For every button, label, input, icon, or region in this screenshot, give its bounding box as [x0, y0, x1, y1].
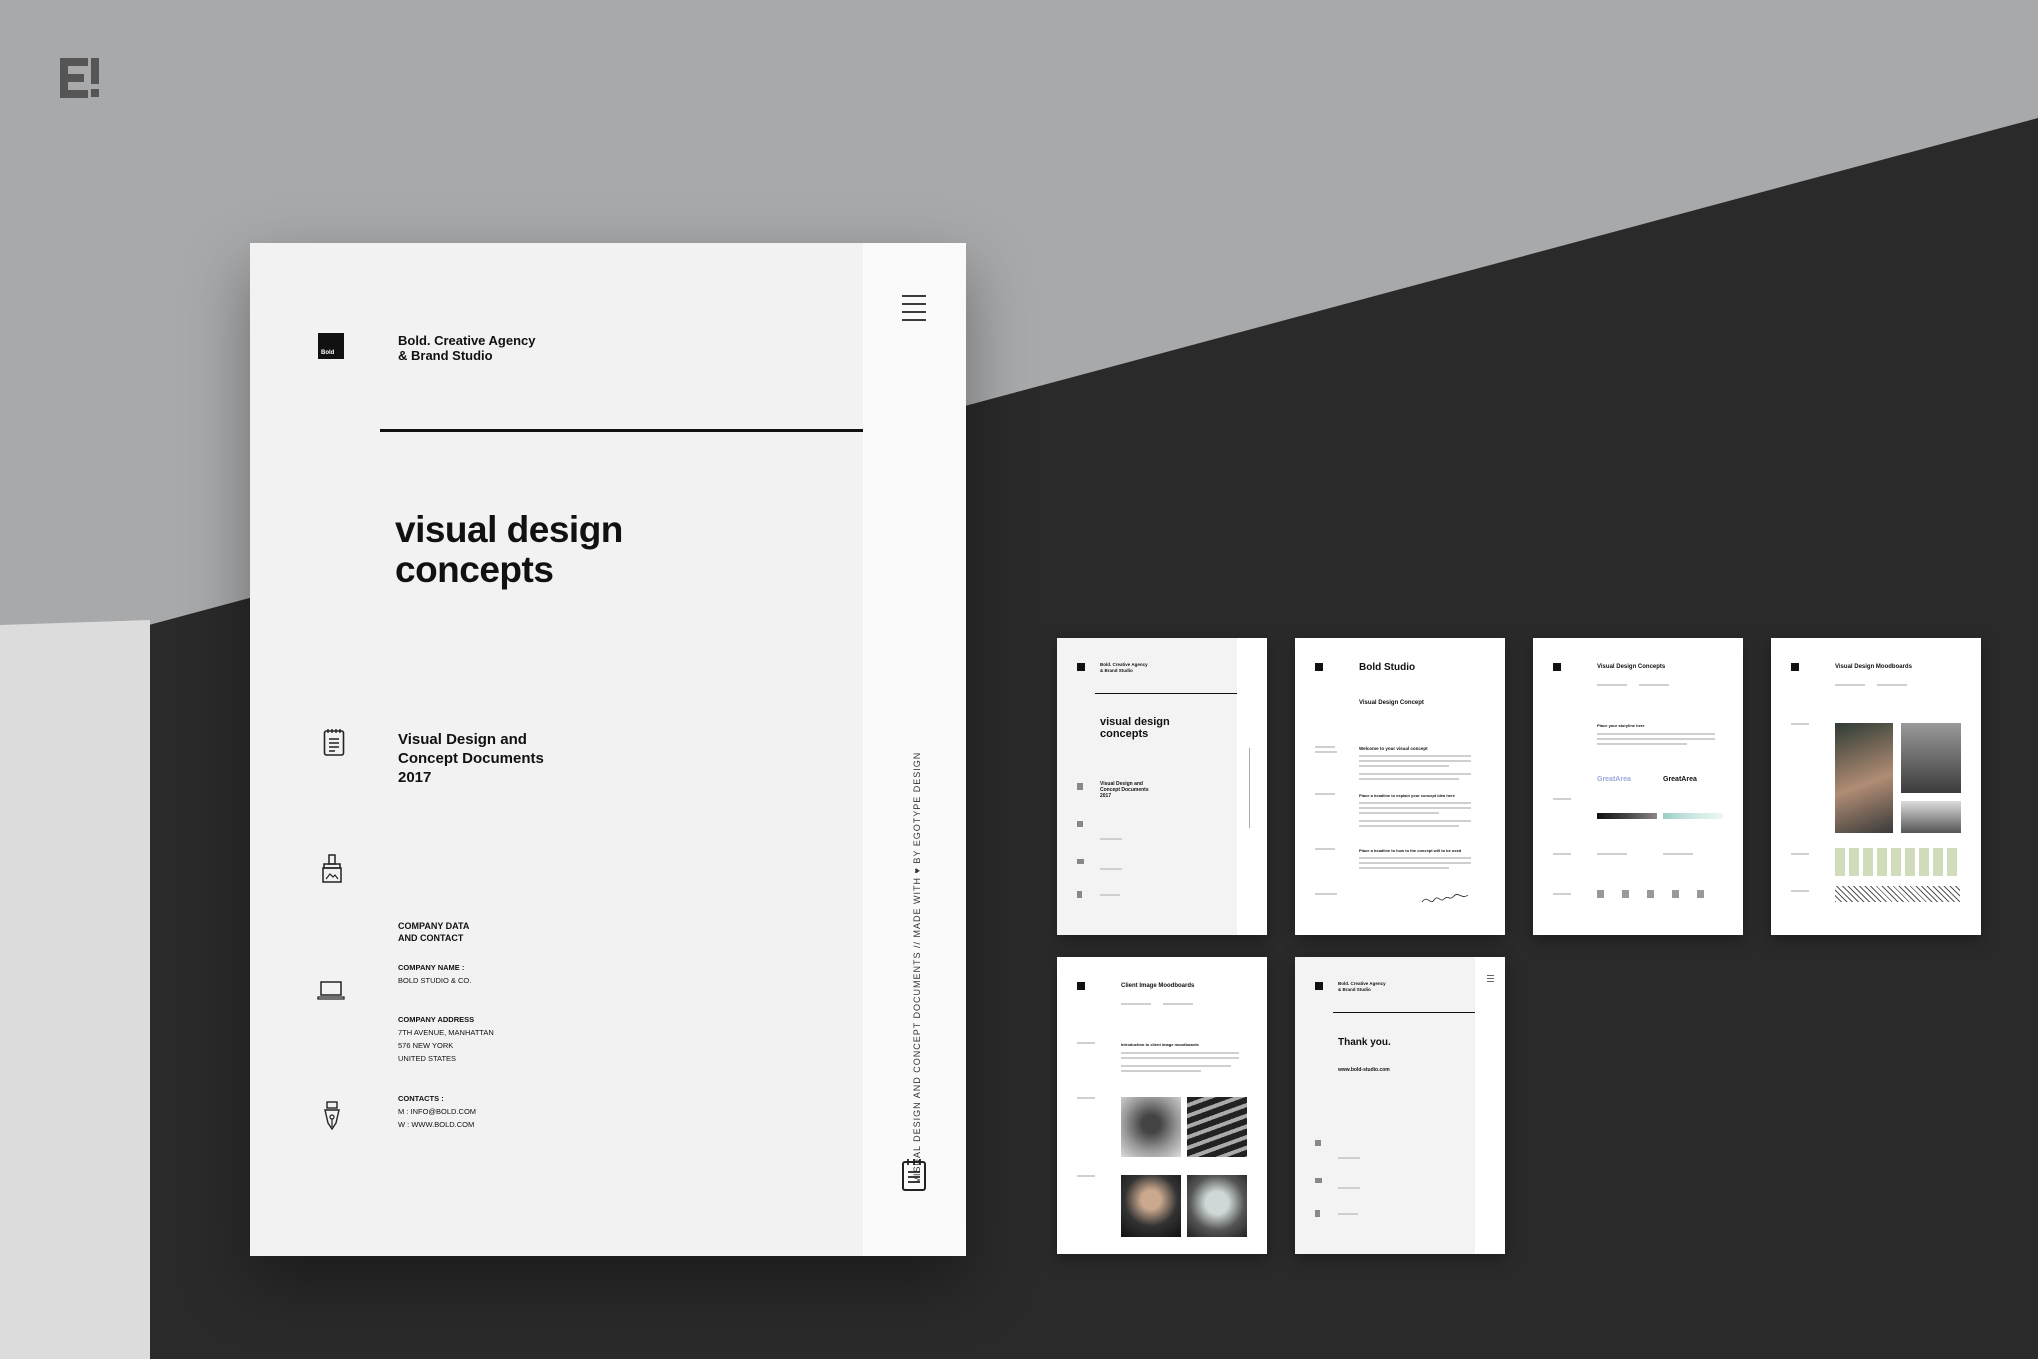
thumb-title: Visual Design Moodboards — [1835, 664, 1912, 670]
bold-logo: Bold — [318, 333, 344, 359]
thumbnail-visual-design-concepts[interactable]: Visual Design Concepts Place your storyl… — [1533, 638, 1743, 935]
client-photo-hood — [1121, 1097, 1181, 1157]
client-photo-woman — [1187, 1175, 1247, 1237]
subtitle-line-2: Concept Documents — [398, 750, 544, 767]
thumb-divider — [1333, 1012, 1475, 1013]
address-line-1: 7TH AVENUE, MANHATTAN — [398, 1028, 494, 1037]
address-line-2: 576 NEW YORK — [398, 1041, 453, 1050]
moodboard-photo-landscape — [1901, 801, 1961, 833]
thumb-font-sample-2: GreatArea — [1663, 776, 1697, 783]
subtitle-line-1: Visual Design and — [398, 731, 527, 748]
contact-web: W : WWW.BOLD.COM — [398, 1120, 474, 1129]
hamburger-menu-icon[interactable] — [902, 294, 926, 322]
thumb-title-2: concepts — [1100, 728, 1148, 740]
thumb-url: www.bold-studio.com — [1338, 1067, 1390, 1073]
company-heading-2: AND CONTACT — [398, 933, 463, 943]
thumb-title: Visual Design Concepts — [1597, 664, 1665, 670]
clipboard-icon — [901, 1158, 927, 1192]
thumbnail-bold-studio[interactable]: Bold Studio Visual Design Concept Welcom… — [1295, 638, 1505, 935]
thumb-logo — [1791, 663, 1799, 671]
cover-divider — [380, 429, 863, 432]
agency-line-1: Bold. Creative Agency — [398, 333, 536, 348]
thumb-title: Client Image Moodboards — [1121, 983, 1194, 989]
thumb-logo — [1553, 663, 1561, 671]
spine-credit-text: VISUAL DESIGN AND CONCEPT DOCUMENTS // M… — [912, 752, 922, 1183]
thumb-agency: Bold. Creative Agency — [1100, 662, 1148, 667]
client-photo-building — [1187, 1097, 1247, 1157]
thumb-divider — [1095, 693, 1237, 694]
thumb-heading-1: Introduction to client image moodboards — [1121, 1042, 1199, 1047]
thumb-logo — [1315, 982, 1323, 990]
document-cover: Bold Bold. Creative Agency & Brand Studi… — [250, 243, 966, 1256]
company-name-label: COMPANY NAME : — [398, 963, 464, 972]
cover-title-line-2: concepts — [395, 549, 553, 591]
thumb-agency: Bold. Creative Agency — [1338, 981, 1386, 986]
moodboard-photo-woman — [1835, 723, 1893, 833]
thumbnail-thank-you[interactable]: Bold. Creative Agency & Brand Studio Tha… — [1295, 957, 1505, 1254]
company-heading-1: COMPANY DATA — [398, 921, 469, 931]
notepad-icon — [323, 728, 345, 756]
thumb-agency-2: & Brand Studio — [1100, 668, 1133, 673]
thumb-title-1: visual design — [1100, 716, 1170, 728]
thumb-logo — [1315, 663, 1323, 671]
cover-title-line-1: visual design — [395, 509, 623, 551]
thumb-subtitle: Visual Design Concept — [1359, 700, 1424, 706]
contacts-label: CONTACTS : — [398, 1094, 444, 1103]
brand-e-logo — [60, 58, 100, 98]
thumb-title: Bold Studio — [1359, 662, 1415, 673]
brush-icon — [320, 854, 344, 884]
thumb-font-sample-1: GreatArea — [1597, 776, 1631, 783]
bold-logo-text: Bold — [321, 350, 334, 356]
subtitle-line-3: 2017 — [398, 769, 431, 786]
laptop-icon — [317, 980, 345, 1000]
thumbnail-client-moodboards[interactable]: Client Image Moodboards Introduction to … — [1057, 957, 1267, 1254]
thumb-heading-1: Welcome to your visual concept — [1359, 746, 1428, 751]
thumb-agency-2: & Brand Studio — [1338, 987, 1371, 992]
contact-email: M : INFO@BOLD.COM — [398, 1107, 476, 1116]
address-label: COMPANY ADDRESS — [398, 1015, 474, 1024]
thumbnail-moodboards[interactable]: Visual Design Moodboards — [1771, 638, 1981, 935]
thumb-heading-2: Place a headline to explain your concept… — [1359, 793, 1455, 798]
thumb-heading-1: Place your storyline here — [1597, 723, 1645, 728]
agency-line-2: & Brand Studio — [398, 348, 493, 363]
thumb-logo — [1077, 663, 1085, 671]
moodboard-photo-hood — [1901, 723, 1961, 793]
address-line-3: UNITED STATES — [398, 1054, 456, 1063]
signature-icon — [1420, 893, 1470, 905]
thumb-logo — [1077, 982, 1085, 990]
thumb-heading-3: Place a headline to how to the concept w… — [1359, 848, 1461, 853]
thumbnail-cover[interactable]: Bold. Creative Agency & Brand Studio vis… — [1057, 638, 1267, 935]
thumb-thanks: Thank you. — [1338, 1037, 1391, 1048]
company-name-value: BOLD STUDIO & CO. — [398, 976, 471, 985]
thumb-sub-3: 2017 — [1100, 793, 1111, 799]
pen-nib-icon — [322, 1101, 342, 1131]
client-photo-man — [1121, 1175, 1181, 1237]
